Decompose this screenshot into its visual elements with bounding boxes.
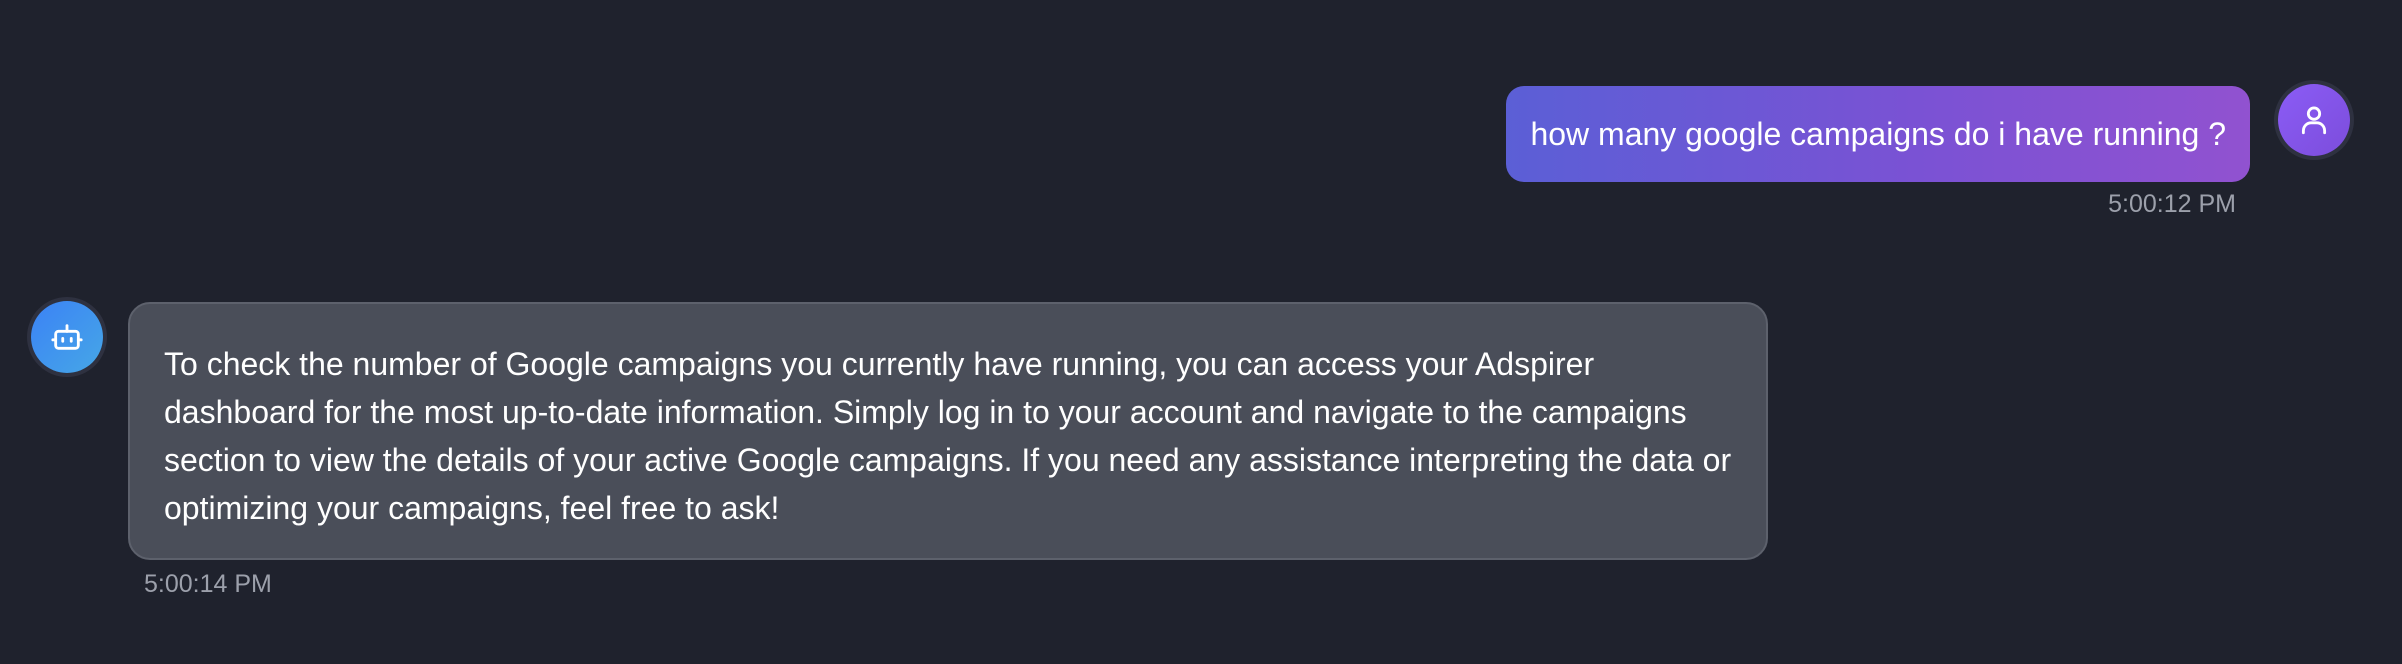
assistant-message-text: To check the number of Google campaigns … <box>164 346 1732 526</box>
assistant-message-timestamp: 5:00:14 PM <box>144 570 272 598</box>
assistant-message-bubble: To check the number of Google campaigns … <box>128 302 1768 560</box>
user-icon <box>2297 103 2331 137</box>
user-message-bubble: how many google campaigns do i have runn… <box>1506 86 2250 182</box>
user-avatar <box>2278 84 2350 156</box>
assistant-avatar <box>31 301 103 373</box>
bot-icon <box>50 320 84 354</box>
user-message-text: how many google campaigns do i have runn… <box>1530 115 2226 152</box>
user-message-timestamp: 5:00:12 PM <box>2108 190 2236 218</box>
chat-thread: how many google campaigns do i have runn… <box>0 0 2402 664</box>
